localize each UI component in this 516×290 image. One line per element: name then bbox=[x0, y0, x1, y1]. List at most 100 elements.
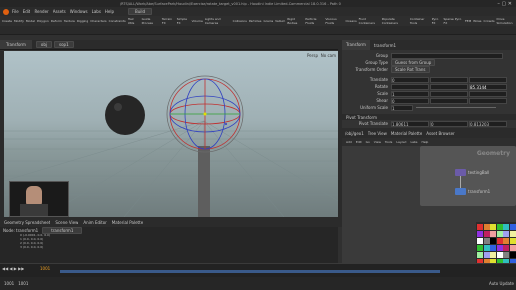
pivot-translate-y[interactable]: 0 bbox=[430, 120, 468, 127]
auto-update-status[interactable]: Auto Update bbox=[489, 281, 514, 286]
tab-geometry-spreadsheet[interactable]: Geometry Spreadsheet bbox=[4, 220, 50, 225]
range-start[interactable]: 1001 bbox=[4, 281, 14, 286]
shelf-tab-rigid-bodies[interactable]: Rigid Bodies bbox=[287, 17, 303, 25]
tab-scene-view[interactable]: Scene View bbox=[55, 220, 78, 225]
tab-parameters[interactable]: Transform bbox=[342, 40, 370, 50]
shelf-tab-crowds[interactable]: Crowds bbox=[483, 19, 494, 23]
param-shear-x[interactable]: 0 bbox=[391, 97, 429, 104]
shelf-tab-vellum[interactable]: Vellum bbox=[275, 19, 285, 23]
timeline[interactable]: ◀◀ ◀ ▶ ▶▶ 1001 bbox=[0, 263, 516, 278]
color-swatch[interactable] bbox=[490, 238, 496, 244]
param-rotate-y[interactable] bbox=[430, 83, 468, 90]
shelf-tab-oceans[interactable]: Oceans bbox=[346, 19, 357, 23]
color-swatch[interactable] bbox=[509, 252, 516, 258]
tab-network-path[interactable]: /obj/geo1 bbox=[345, 131, 364, 136]
desktop-selector[interactable]: Build bbox=[128, 8, 153, 15]
shelf-tab-model[interactable]: Model bbox=[26, 19, 35, 23]
shelf-tab-pyro-fx[interactable]: Pyro FX bbox=[432, 17, 442, 25]
color-swatch[interactable] bbox=[477, 252, 483, 258]
shelf-tab-drive-simulation[interactable]: Drive Simulation bbox=[497, 17, 516, 25]
viewport-path[interactable]: obj bbox=[35, 41, 53, 48]
shelf-tab-guide-process[interactable]: Guide Process bbox=[142, 17, 160, 25]
shelf-tab-volume[interactable]: Volume bbox=[192, 19, 203, 23]
shelf-tab-deform[interactable]: Deform bbox=[51, 19, 62, 23]
param-translate-x[interactable]: 0 bbox=[391, 76, 429, 83]
color-swatch[interactable] bbox=[503, 252, 509, 258]
network-menu-edit[interactable]: Edit bbox=[356, 140, 362, 144]
menu-assets[interactable]: Assets bbox=[53, 9, 66, 14]
param-translate-z[interactable] bbox=[469, 76, 507, 83]
menu-file[interactable]: File bbox=[12, 9, 19, 14]
uniform-scale-slider[interactable] bbox=[416, 107, 496, 108]
param-scale-y[interactable] bbox=[430, 90, 468, 97]
shelf-tab-particle-fluids[interactable]: Particle Fluids bbox=[305, 17, 323, 25]
color-swatch[interactable] bbox=[477, 231, 483, 237]
scene-viewport[interactable]: Persp No cam bbox=[4, 51, 338, 217]
color-swatch[interactable] bbox=[496, 224, 503, 230]
param-shear-y[interactable] bbox=[430, 97, 468, 104]
color-swatch[interactable] bbox=[490, 252, 496, 258]
shelf-tab-rigging[interactable]: Rigging bbox=[77, 19, 88, 23]
network-menu-view[interactable]: View bbox=[374, 140, 381, 144]
color-swatch[interactable] bbox=[483, 252, 490, 258]
color-palette[interactable] bbox=[476, 222, 516, 267]
param-select-group-type[interactable]: Guess from Group bbox=[391, 59, 436, 66]
param-field-group[interactable] bbox=[391, 52, 503, 59]
color-swatch[interactable] bbox=[496, 245, 503, 251]
param-scale-z[interactable] bbox=[469, 90, 507, 97]
color-swatch[interactable] bbox=[477, 238, 483, 244]
color-swatch[interactable] bbox=[496, 252, 503, 258]
color-swatch[interactable] bbox=[503, 224, 509, 230]
network-menu-labs[interactable]: Labs bbox=[411, 140, 418, 144]
shelf-tab-viscous-fluids[interactable]: Viscous Fluids bbox=[325, 17, 343, 25]
tab-network-material[interactable]: Material Palette bbox=[391, 131, 422, 136]
color-swatch[interactable] bbox=[490, 224, 496, 230]
shelf-tab-lights-cameras[interactable]: Lights and Cameras bbox=[205, 17, 231, 25]
pivot-transform-tab[interactable]: Pivot Transform bbox=[342, 115, 377, 120]
shelf-tab-simple-fx[interactable]: Simple FX bbox=[177, 17, 190, 25]
tab-asset-browser[interactable]: Asset Browser bbox=[426, 131, 454, 136]
param-rotate-z[interactable]: 85.3144 bbox=[469, 83, 507, 90]
menu-windows[interactable]: Windows bbox=[70, 9, 88, 14]
pivot-point[interactable] bbox=[203, 112, 207, 116]
shelf-tab-characters[interactable]: Characters bbox=[90, 19, 106, 23]
node-transform1[interactable] bbox=[455, 188, 466, 195]
tab-tree-view[interactable]: Tree View bbox=[368, 131, 387, 136]
shelf-tab-grains[interactable]: Grains bbox=[263, 19, 273, 23]
param-scale-x[interactable]: 1 bbox=[391, 90, 429, 97]
color-swatch[interactable] bbox=[509, 245, 516, 251]
shelf-tab-create[interactable]: Create bbox=[2, 19, 12, 23]
range-end[interactable]: 1001 bbox=[18, 281, 28, 286]
color-swatch[interactable] bbox=[503, 238, 509, 244]
shelf-tab-collisions[interactable]: Collisions bbox=[233, 19, 247, 23]
network-menu-layout[interactable]: Layout bbox=[396, 140, 406, 144]
pivot-translate-z[interactable]: 0.813203 bbox=[469, 120, 507, 127]
param-translate-y[interactable] bbox=[430, 76, 468, 83]
handle-dot[interactable] bbox=[225, 123, 227, 125]
persp-label[interactable]: Persp bbox=[307, 53, 318, 58]
menu-help[interactable]: Help bbox=[105, 9, 114, 14]
viewport-node[interactable]: sop1 bbox=[54, 41, 74, 48]
shelf-tab-modify[interactable]: Modify bbox=[14, 19, 24, 23]
network-menu-tools[interactable]: Tools bbox=[385, 140, 392, 144]
param-uniform-scale[interactable]: 1 bbox=[391, 104, 413, 111]
color-swatch[interactable] bbox=[483, 245, 490, 251]
shelf-tab-populate-containers[interactable]: Populate Containers bbox=[382, 17, 408, 25]
color-swatch[interactable] bbox=[496, 238, 503, 244]
shelf-tab-texture[interactable]: Texture bbox=[64, 19, 75, 23]
node-testingball[interactable] bbox=[455, 169, 466, 176]
param-shear-z[interactable] bbox=[469, 97, 507, 104]
color-swatch[interactable] bbox=[496, 231, 503, 237]
color-swatch[interactable] bbox=[503, 245, 509, 251]
color-swatch[interactable] bbox=[509, 238, 516, 244]
shelf-tab-hair-utils[interactable]: Hair Utils bbox=[128, 17, 140, 25]
color-swatch[interactable] bbox=[503, 231, 509, 237]
network-menu-add[interactable]: Add bbox=[346, 140, 352, 144]
color-swatch[interactable] bbox=[483, 224, 490, 230]
color-swatch[interactable] bbox=[483, 231, 490, 237]
shelf-tab-constraints[interactable]: Constraints bbox=[109, 19, 126, 23]
menu-labs[interactable]: Labs bbox=[92, 9, 101, 14]
playback-controls[interactable]: ◀◀ ◀ ▶ ▶▶ bbox=[2, 266, 24, 271]
color-swatch[interactable] bbox=[490, 245, 496, 251]
shelf-tab-polygon[interactable]: Polygon bbox=[37, 19, 49, 23]
